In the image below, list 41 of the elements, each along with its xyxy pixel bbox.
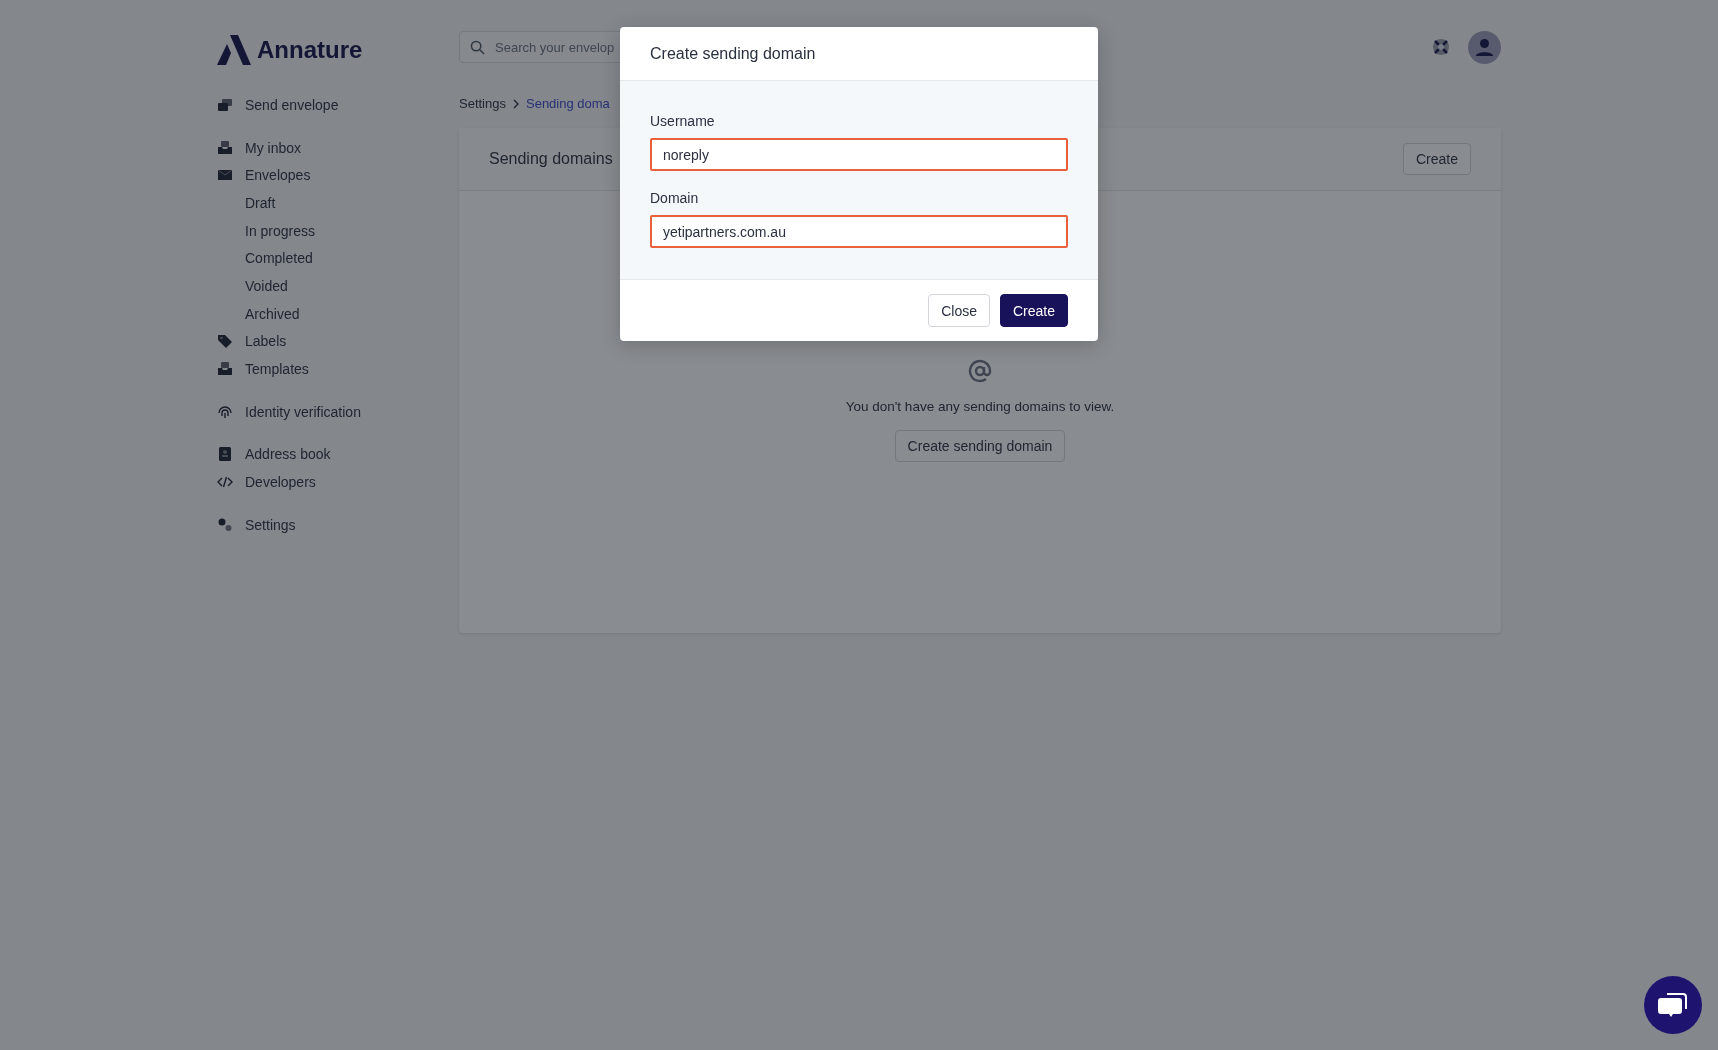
breadcrumb-link[interactable]: Settings: [459, 96, 506, 111]
chat-button[interactable]: [1644, 976, 1702, 1034]
envelopes-icon: [217, 96, 233, 113]
tag-icon: [217, 333, 233, 350]
sidebar-item[interactable]: Address book: [217, 440, 459, 469]
sidebar-subitem[interactable]: Archived: [217, 299, 459, 328]
sidebar-subitem[interactable]: Completed: [217, 244, 459, 273]
sidebar-item[interactable]: My inbox: [217, 133, 459, 162]
create-sending-domain-button[interactable]: Create sending domain: [894, 430, 1066, 462]
breadcrumb-link[interactable]: Sending doma: [526, 96, 610, 111]
create-button[interactable]: Create: [1402, 143, 1471, 175]
sidebar-item[interactable]: Identity verification: [217, 397, 459, 426]
field-label: Username: [650, 113, 716, 129]
chevron-right-icon: [512, 98, 520, 109]
sidebar-item[interactable]: Templates: [217, 355, 459, 383]
sidebar-item[interactable]: Send envelope: [217, 91, 459, 119]
close-button[interactable]: Close: [928, 294, 990, 327]
lifebuoy-icon[interactable]: [1432, 38, 1450, 56]
card-title: Sending domains: [489, 150, 613, 168]
chat-bubbles-icon: [1658, 991, 1688, 1019]
submit-button[interactable]: Create: [999, 294, 1068, 327]
input-field[interactable]: noreply: [650, 138, 1068, 171]
sidebar-subitem[interactable]: Draft: [217, 189, 459, 217]
sidebar-subitem[interactable]: Voided: [217, 272, 459, 300]
tray-icon: [217, 139, 233, 156]
sidebar-subitem[interactable]: In progress: [217, 216, 459, 245]
logo-text: Annature: [257, 36, 363, 64]
fingerprint-icon: [217, 403, 233, 420]
dialog-title: Create sending domain: [650, 44, 816, 63]
field-label: Domain: [650, 190, 700, 206]
book-icon: [217, 446, 233, 463]
avatar-icon[interactable]: [1468, 30, 1501, 64]
tray-icon: [217, 361, 233, 378]
sidebar-item[interactable]: Envelopes: [217, 161, 459, 190]
sidebar-item[interactable]: Settings: [217, 510, 459, 539]
sidebar-item[interactable]: Developers: [217, 468, 459, 496]
empty-message: You don't have any sending domains to view.: [845, 399, 1115, 414]
logo-mark-icon: [217, 35, 251, 65]
sidebar-item[interactable]: Labels: [217, 327, 459, 356]
at-sign-icon: [968, 359, 992, 383]
input-field[interactable]: yetipartners.com.au: [650, 215, 1068, 248]
